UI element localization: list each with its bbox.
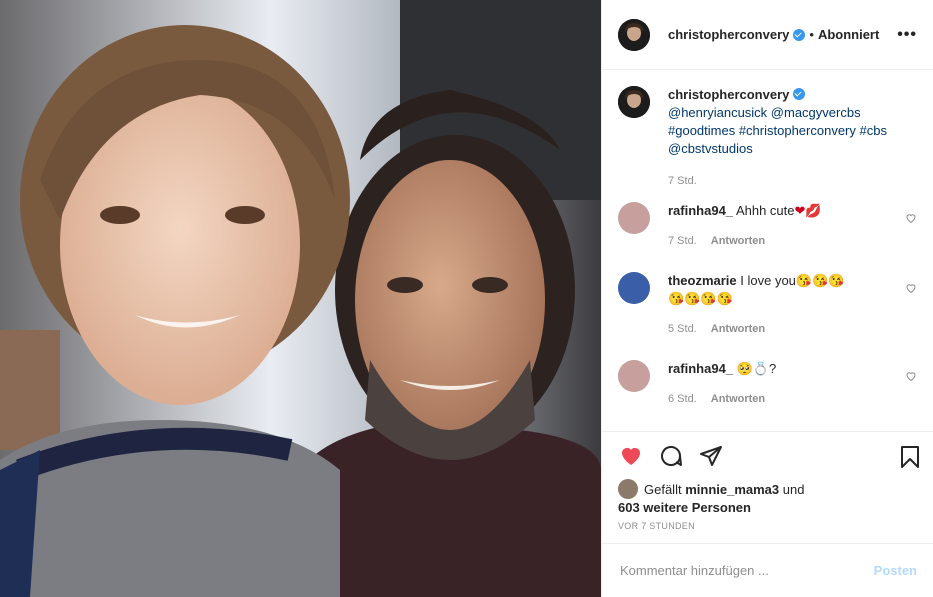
comment-time[interactable]: 7 Std. — [668, 235, 697, 247]
verified-icon — [793, 88, 806, 100]
commenter-avatar[interactable] — [618, 360, 650, 392]
bookmark-icon[interactable] — [898, 444, 922, 470]
commenter-username[interactable]: theozmarie — [668, 273, 737, 288]
comment-time[interactable]: 5 Std. — [668, 323, 697, 335]
author-username[interactable]: christopherconvery — [668, 27, 789, 42]
comment-item: theozmarie I love you😘😘😘 😘😘😘😘 5 Std. Antw… — [618, 272, 917, 360]
caption-line-1[interactable]: @henryiancusick @macgyvercbs — [668, 105, 861, 120]
post-side-panel: christopherconvery • Abonniert ••• chris… — [601, 0, 933, 597]
comment-icon[interactable] — [658, 444, 684, 468]
commenter-avatar[interactable] — [618, 272, 650, 304]
caption-line-2[interactable]: #goodtimes #christopherconvery #cbs — [668, 123, 887, 138]
caption-time[interactable]: 7 Std. — [668, 175, 697, 187]
reply-button[interactable]: Antworten — [711, 323, 765, 335]
likes-summary: Gefällt minnie_mama3 und 603 weitere Per… — [618, 479, 804, 517]
comment-text: Ahhh cute — [735, 203, 795, 218]
post-view: christopherconvery • Abonniert ••• chris… — [0, 0, 933, 597]
post-comment-button[interactable]: Posten — [874, 563, 917, 578]
author-avatar[interactable] — [618, 18, 650, 51]
reply-button[interactable]: Antworten — [711, 393, 765, 405]
comment-input[interactable] — [618, 562, 874, 579]
verified-icon — [793, 28, 806, 41]
comment-time[interactable]: 6 Std. — [668, 393, 697, 405]
likes-prefix: Gefällt — [644, 482, 682, 497]
share-icon[interactable] — [698, 444, 724, 468]
separator-dot: • — [809, 27, 814, 42]
commenter-username[interactable]: rafinha94_ — [668, 203, 733, 218]
liker-avatar[interactable] — [618, 479, 638, 499]
comment-item: rafinha94_ 🥺💍? 6 Std. Antworten — [618, 360, 917, 430]
post-photo[interactable] — [0, 0, 601, 597]
caption: christopherconvery @henryiancusick @macg… — [618, 86, 917, 202]
heart-filled-icon[interactable] — [618, 444, 644, 468]
caption-username[interactable]: christopherconvery — [668, 87, 789, 102]
add-comment-bar: Posten — [602, 543, 933, 597]
reply-button[interactable]: Antworten — [711, 235, 765, 247]
likes-others[interactable]: 603 weitere Personen — [618, 500, 751, 515]
follow-state-button[interactable]: Abonniert — [818, 27, 879, 42]
commenter-avatar[interactable] — [618, 202, 650, 234]
likes-conj: und — [782, 482, 805, 497]
comments-list[interactable]: christopherconvery @henryiancusick @macg… — [602, 70, 933, 432]
caption-avatar[interactable] — [618, 86, 650, 118]
heart-outline-icon[interactable] — [905, 212, 917, 224]
post-header: christopherconvery • Abonniert ••• — [602, 0, 933, 70]
liker-username[interactable]: minnie_mama3 — [685, 482, 779, 497]
heart-outline-icon[interactable] — [905, 282, 917, 294]
comment-text: I love you — [740, 273, 796, 288]
commenter-username[interactable]: rafinha94_ — [668, 361, 733, 376]
comment-emoji: 🥺💍? — [736, 361, 777, 376]
caption-line-3[interactable]: @cbstvstudios — [668, 141, 753, 156]
comment-item: rafinha94_ Ahhh cute❤💋 7 Std. Antworten — [618, 202, 917, 272]
more-options-icon[interactable]: ••• — [897, 26, 917, 44]
comment-emoji: ❤💋 — [794, 203, 822, 218]
comment-emoji-line-2: 😘😘😘😘 — [668, 291, 733, 306]
action-bar — [602, 431, 933, 471]
comment-emoji: 😘😘😘 — [795, 273, 845, 288]
post-timestamp[interactable]: VOR 7 STUNDEN — [618, 521, 695, 531]
selfie-image — [0, 0, 601, 597]
heart-outline-icon[interactable] — [905, 370, 917, 382]
